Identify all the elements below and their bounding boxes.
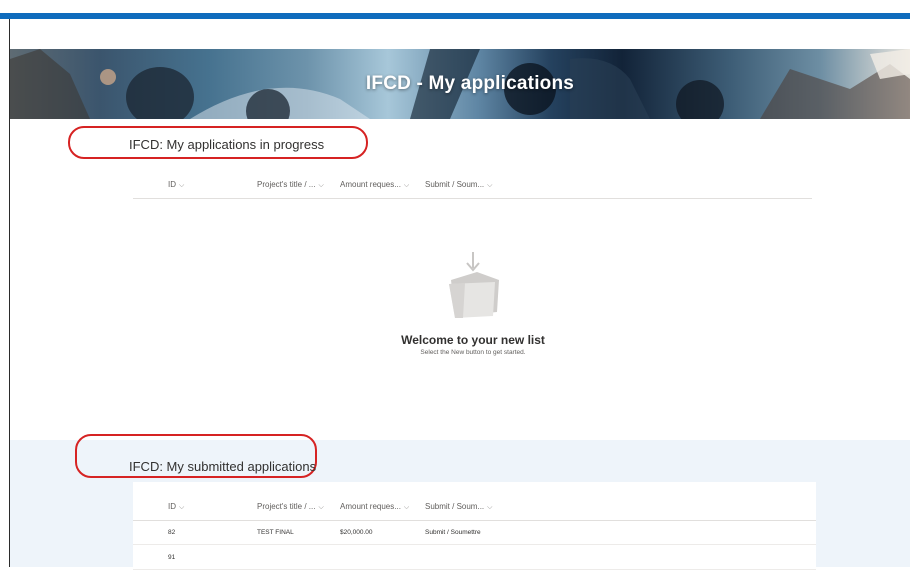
cell-submit: Submit / Soumettre	[425, 529, 481, 536]
cell-id: 91	[168, 554, 176, 561]
folder-with-arrow-icon	[449, 252, 499, 318]
column-header-amount[interactable]: Amount reques... ⌵	[340, 180, 409, 190]
chevron-down-icon: ⌵	[318, 504, 324, 511]
column-header-id[interactable]: ID ⌵	[168, 180, 184, 190]
top-accent-bar	[0, 13, 910, 19]
column-header-project-title[interactable]: Project's title / ... ⌵	[257, 180, 324, 190]
empty-list-title: Welcome to your new list	[401, 333, 545, 347]
column-header-submit[interactable]: Submit / Soum... ⌵	[425, 180, 492, 190]
chevron-down-icon: ⌵	[487, 504, 493, 511]
chevron-down-icon: ⌵	[487, 182, 493, 189]
list-header-in-progress: ID ⌵ Project's title / ... ⌵ Amount reques…	[133, 170, 812, 199]
table-row[interactable]: 91	[133, 545, 816, 570]
cell-amount: $20,000.00	[340, 529, 373, 536]
cell-project-title: TEST FINAL	[257, 529, 294, 536]
table-row[interactable]: 82 TEST FINAL $20,000.00 Submit / Soumet…	[133, 520, 816, 545]
chevron-down-icon: ⌵	[403, 182, 410, 189]
column-header-id[interactable]: ID ⌵	[168, 502, 184, 512]
chevron-down-icon: ⌵	[403, 504, 410, 511]
chevron-down-icon: ⌵	[179, 504, 185, 511]
submitted-list: ID ⌵ Project's title / ... ⌵ Amount reques…	[133, 482, 816, 570]
hero-banner: IFCD - My applications	[10, 49, 910, 119]
section-title-submitted: IFCD: My submitted applications	[129, 459, 317, 474]
cell-id: 82	[168, 529, 176, 536]
chevron-down-icon: ⌵	[318, 182, 324, 189]
empty-list-state: Welcome to your new list Select the New …	[378, 250, 568, 356]
list-header-submitted: ID ⌵ Project's title / ... ⌵ Amount reques…	[133, 492, 816, 521]
chevron-down-icon: ⌵	[179, 182, 185, 189]
page-title: IFCD - My applications	[365, 73, 575, 94]
column-header-project-title[interactable]: Project's title / ... ⌵	[257, 502, 324, 512]
column-header-amount[interactable]: Amount reques... ⌵	[340, 502, 409, 512]
column-header-submit[interactable]: Submit / Soum... ⌵	[425, 502, 492, 512]
section-title-in-progress: IFCD: My applications in progress	[129, 137, 325, 152]
empty-list-subtitle: Select the New button to get started.	[420, 349, 526, 356]
